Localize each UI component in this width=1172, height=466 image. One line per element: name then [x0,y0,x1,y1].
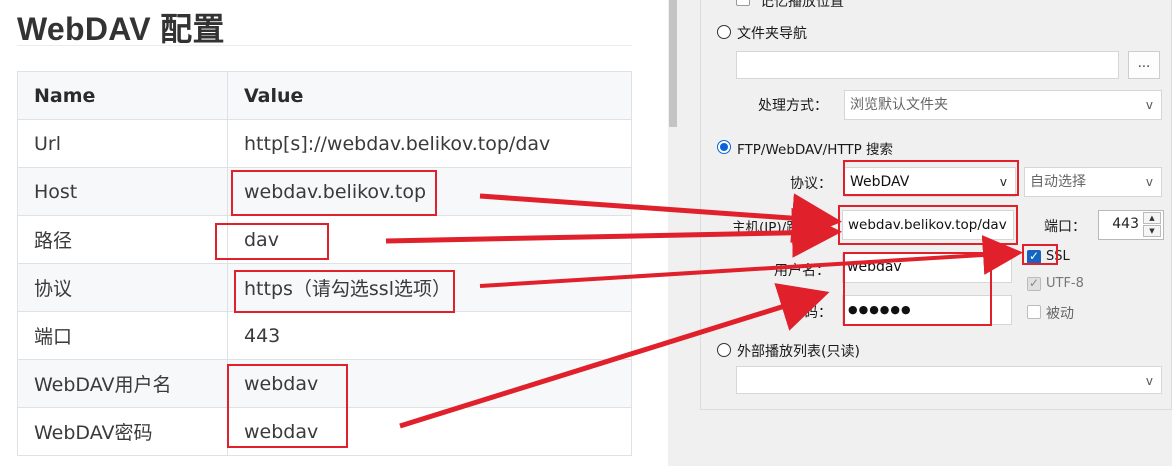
annotation-arrows [385,193,1023,429]
arrow-path [385,207,842,258]
arrow-protocol [479,235,1023,288]
arrow-credentials [399,283,830,429]
arrow-host [479,193,842,244]
